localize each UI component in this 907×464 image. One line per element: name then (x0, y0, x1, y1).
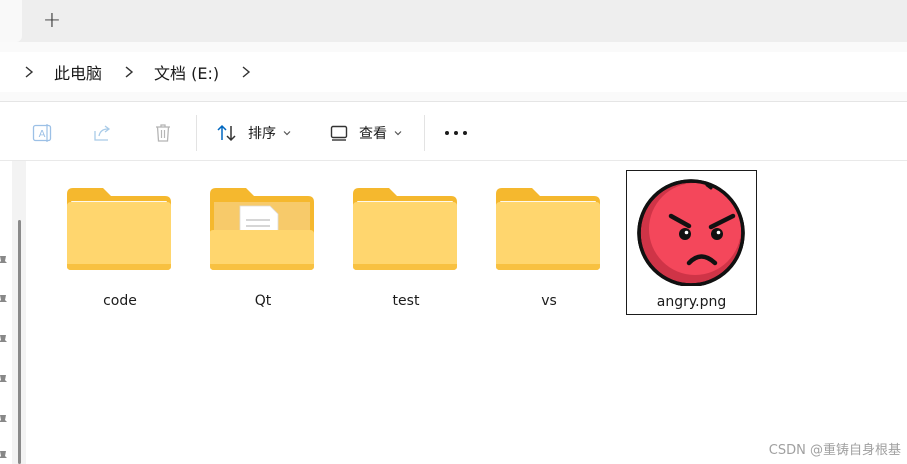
chevron-down-icon (283, 131, 291, 136)
svg-text:A: A (39, 129, 46, 140)
toolbar-divider (424, 115, 425, 151)
tab-close-stub[interactable] (0, 0, 22, 42)
folder-icon (67, 188, 171, 270)
angry-face-icon (637, 179, 745, 287)
pin-icon[interactable] (0, 294, 8, 306)
view-label: 查看 (359, 126, 387, 142)
address-bar: 此电脑 文档 (E:) (0, 42, 907, 102)
chevron-right-icon[interactable] (122, 65, 136, 79)
toolbar-divider (196, 115, 197, 151)
view-icon (330, 125, 348, 141)
pin-icon[interactable] (0, 374, 8, 386)
chevron-right-icon[interactable] (22, 65, 36, 79)
more-options-icon[interactable] (444, 128, 468, 138)
sort-icon (217, 124, 236, 142)
file-item-folder[interactable]: test (341, 170, 471, 315)
view-button[interactable]: 查看 (329, 120, 413, 146)
file-name: test (392, 293, 420, 309)
tab-strip: + (0, 0, 907, 42)
file-name: vs (541, 293, 557, 309)
folder-icon (496, 188, 600, 270)
breadcrumb-item-this-pc[interactable]: 此电脑 (54, 60, 102, 84)
breadcrumb-item-documents-drive[interactable]: 文档 (E:) (154, 60, 219, 84)
image-thumbnail (635, 176, 745, 287)
sort-button[interactable]: 排序 (216, 120, 302, 146)
breadcrumb[interactable]: 此电脑 文档 (E:) (0, 52, 907, 92)
watermark: CSDN @重铸自身根基 (768, 443, 901, 458)
navigation-scrollbar-thumb[interactable] (18, 220, 21, 464)
pin-icon[interactable] (0, 414, 8, 426)
pin-icon[interactable] (0, 450, 8, 462)
pin-icon[interactable] (0, 334, 8, 346)
chevron-down-icon (394, 131, 402, 136)
folder-with-document-icon (210, 188, 314, 270)
chevron-right-icon[interactable] (239, 65, 253, 79)
file-item-image-selected[interactable]: angry.png (626, 170, 757, 315)
sort-label: 排序 (248, 126, 276, 142)
file-item-folder[interactable]: Qt (198, 170, 328, 315)
share-icon[interactable] (91, 122, 113, 144)
pin-icon[interactable] (0, 255, 8, 267)
delete-icon[interactable] (152, 122, 174, 144)
file-name: angry.png (656, 294, 727, 310)
file-name: Qt (254, 293, 272, 309)
rename-icon[interactable]: A (31, 122, 53, 144)
file-name: code (103, 293, 137, 309)
new-tab-button[interactable]: + (40, 9, 64, 33)
folder-icon (353, 188, 457, 270)
file-item-folder[interactable]: vs (484, 170, 614, 315)
file-item-folder[interactable]: code (55, 170, 185, 315)
